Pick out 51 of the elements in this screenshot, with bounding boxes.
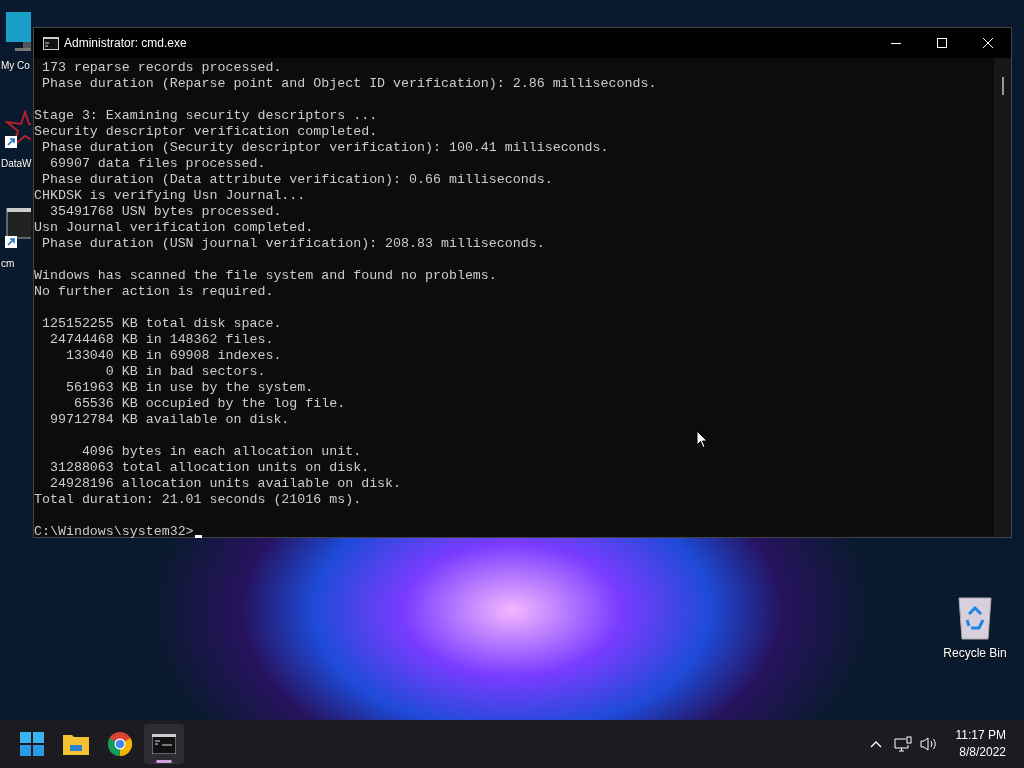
recycle-bin-icon[interactable] (957, 596, 993, 640)
monitor-icon[interactable] (5, 12, 31, 52)
mouse-pointer-icon (696, 430, 708, 449)
console-line: Windows has scanned the file system and found no problems. (34, 268, 497, 284)
star-shortcut-icon[interactable] (5, 110, 31, 150)
console-line: 4096 bytes in each allocation unit. (80, 444, 362, 460)
icon-label: cm (1, 257, 15, 271)
console-line: Phase duration (Reparse point and Object ID verification): 2.86 milliseconds. (40, 76, 657, 92)
console-line: 24744468 KB in 148362 files. (48, 332, 274, 348)
console-line: Phase duration (USN journal verification): 208.83 milliseconds. (40, 236, 545, 252)
console-line: 0 KB in bad sectors. (104, 364, 266, 380)
console-line: 65536 KB occupied by the log file. (72, 396, 346, 412)
active-indicator (156, 760, 172, 763)
icon-label: Recycle Bin (943, 645, 1007, 662)
taskbar-app-button[interactable] (144, 724, 184, 764)
console-line: 173 reparse records processed. (40, 60, 282, 76)
clock-time[interactable]: 11:17 PM (955, 727, 1006, 744)
console-line: No further action is required. (34, 284, 274, 300)
console-line: 99712784 KB available on disk. (48, 412, 290, 428)
clock-date[interactable]: 8/8/2022 (959, 744, 1006, 761)
icon-label: DataW (1, 157, 32, 171)
console-app-icon (43, 36, 59, 50)
console-line: 24928196 allocation units available on disk. (48, 476, 402, 492)
console-line: 69907 data files processed. (48, 156, 266, 172)
console-line: Phase duration (Security descriptor verification): 100.41 milliseconds. (40, 140, 609, 156)
icon-label: My Co (1, 59, 30, 73)
maximize-icon (937, 38, 947, 48)
network-icon[interactable] (893, 736, 912, 752)
console-line: Security descriptor verification completed. (34, 124, 378, 140)
console-line: 561963 KB in use by the system. (64, 380, 314, 396)
text-cursor (194, 535, 202, 538)
console-line: Phase duration (Data attribute verification): 0.66 milliseconds. (40, 172, 553, 188)
console-line: Usn Journal verification completed. (34, 220, 314, 236)
console-line: 133040 KB in 69908 indexes. (64, 348, 282, 364)
console-line: 31288063 total allocation units on disk. (48, 460, 370, 476)
console-line: 35491768 USN bytes processed. (48, 204, 282, 220)
browser-icon (108, 732, 132, 756)
scrollbar-thumb[interactable] (1001, 77, 1004, 95)
console-line: CHKDSK is verifying Usn Journal... (34, 188, 306, 204)
volume-icon[interactable] (919, 736, 938, 752)
console-line: Stage 3: Examining security descriptors ... (34, 108, 378, 124)
close-icon (983, 38, 993, 48)
window-title: Administrator: cmd.exe (64, 35, 187, 52)
minimize-icon (891, 42, 901, 44)
command-prompt: C:\Windows\system32> (34, 524, 194, 540)
terminal-icon (152, 734, 176, 754)
console-line: 125152255 KB total disk space. (40, 316, 282, 332)
console-line: Total duration: 21.01 seconds (21016 ms). (34, 492, 362, 508)
chevron-up-icon[interactable] (869, 740, 882, 748)
folder-icon (63, 733, 89, 755)
windows-logo-icon (20, 732, 44, 756)
